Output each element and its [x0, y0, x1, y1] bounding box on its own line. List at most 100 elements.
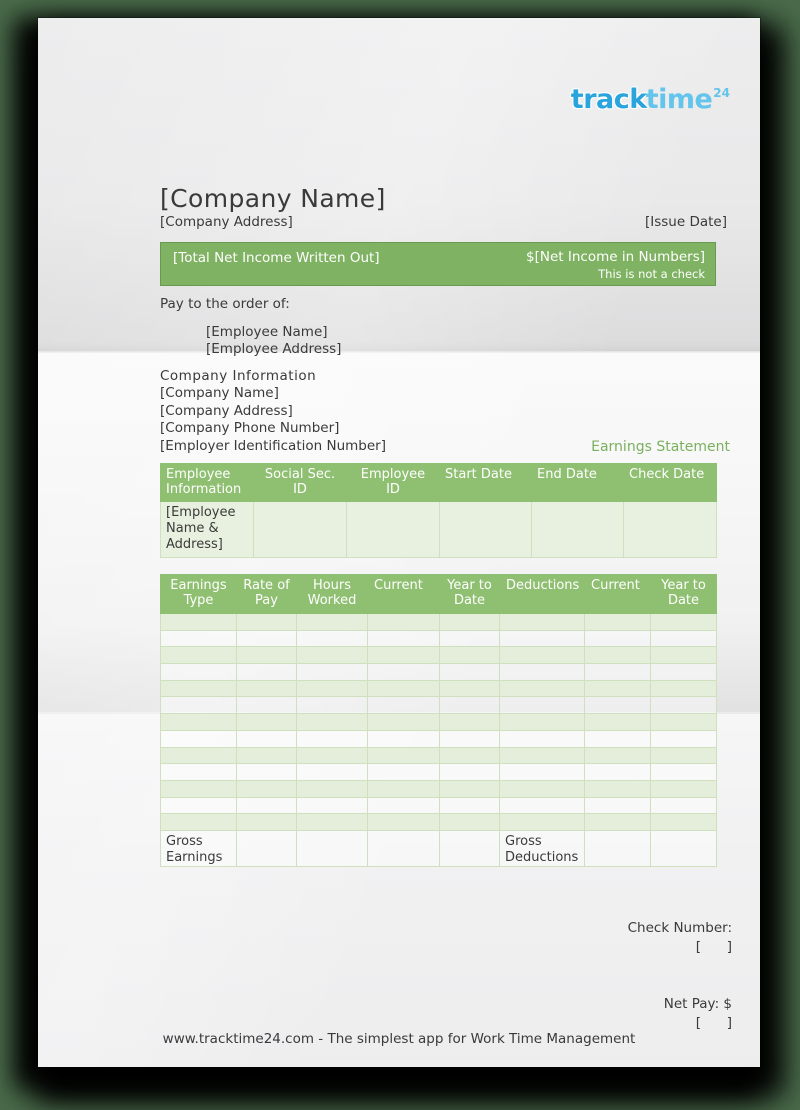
cell-earnings-empty[interactable]	[296, 779, 368, 798]
cell-earnings-empty[interactable]	[584, 779, 651, 798]
cell-earnings-empty[interactable]	[367, 713, 440, 731]
cell-earnings-empty[interactable]	[650, 629, 717, 648]
cell-earnings-empty[interactable]	[650, 796, 717, 815]
cell-earnings-empty[interactable]	[584, 746, 651, 765]
cell-earnings-empty[interactable]	[584, 646, 651, 665]
cell-start-date[interactable]	[439, 501, 532, 558]
cell-gross-current[interactable]	[367, 829, 440, 867]
cell-earnings-empty[interactable]	[650, 679, 717, 698]
cell-earnings-empty[interactable]	[584, 813, 651, 831]
cell-earnings-empty[interactable]	[439, 729, 500, 748]
cell-earnings-empty[interactable]	[650, 646, 717, 665]
cell-earnings-empty[interactable]	[650, 813, 717, 831]
cell-earnings-empty[interactable]	[296, 746, 368, 765]
cell-earnings-empty[interactable]	[367, 813, 440, 831]
cell-earnings-empty[interactable]	[584, 729, 651, 748]
cell-earnings-empty[interactable]	[236, 713, 297, 731]
cell-gross-ytd[interactable]	[439, 829, 500, 867]
cell-earnings-empty[interactable]	[584, 763, 651, 781]
cell-social-sec-id[interactable]	[253, 501, 347, 558]
cell-earnings-empty[interactable]	[236, 646, 297, 665]
cell-earnings-empty[interactable]	[584, 713, 651, 731]
cell-employee-name-address[interactable]: [Employee Name & Address]	[160, 501, 254, 558]
cell-gross-rate[interactable]	[236, 829, 297, 867]
cell-earnings-empty[interactable]	[650, 763, 717, 781]
cell-gross-deductions-current[interactable]	[584, 829, 651, 867]
cell-earnings-empty[interactable]	[650, 613, 717, 631]
cell-earnings-empty[interactable]	[584, 679, 651, 698]
cell-gross-deductions-ytd[interactable]	[650, 829, 717, 867]
cell-earnings-empty[interactable]	[236, 813, 297, 831]
cell-end-date[interactable]	[531, 501, 624, 558]
cell-earnings-empty[interactable]	[367, 796, 440, 815]
cell-earnings-empty[interactable]	[296, 663, 368, 681]
cell-earnings-empty[interactable]	[499, 696, 585, 715]
cell-earnings-empty[interactable]	[439, 713, 500, 731]
cell-earnings-empty[interactable]	[236, 629, 297, 648]
cell-earnings-empty[interactable]	[499, 763, 585, 781]
cell-earnings-empty[interactable]	[584, 629, 651, 648]
cell-earnings-empty[interactable]	[439, 663, 500, 681]
cell-earnings-empty[interactable]	[160, 729, 237, 748]
cell-earnings-empty[interactable]	[367, 696, 440, 715]
cell-earnings-empty[interactable]	[439, 679, 500, 698]
cell-employee-id[interactable]	[346, 501, 440, 558]
cell-earnings-empty[interactable]	[296, 646, 368, 665]
cell-earnings-empty[interactable]	[367, 629, 440, 648]
cell-earnings-empty[interactable]	[296, 813, 368, 831]
cell-earnings-empty[interactable]	[439, 796, 500, 815]
cell-earnings-empty[interactable]	[296, 613, 368, 631]
cell-earnings-empty[interactable]	[499, 646, 585, 665]
cell-earnings-empty[interactable]	[499, 746, 585, 765]
cell-earnings-empty[interactable]	[439, 813, 500, 831]
cell-earnings-empty[interactable]	[160, 629, 237, 648]
cell-earnings-empty[interactable]	[439, 779, 500, 798]
cell-earnings-empty[interactable]	[160, 696, 237, 715]
cell-earnings-empty[interactable]	[236, 613, 297, 631]
cell-earnings-empty[interactable]	[584, 796, 651, 815]
cell-earnings-empty[interactable]	[236, 763, 297, 781]
cell-earnings-empty[interactable]	[650, 779, 717, 798]
cell-earnings-empty[interactable]	[367, 763, 440, 781]
cell-earnings-empty[interactable]	[499, 729, 585, 748]
cell-earnings-empty[interactable]	[439, 646, 500, 665]
cell-earnings-empty[interactable]	[160, 763, 237, 781]
cell-earnings-empty[interactable]	[650, 713, 717, 731]
cell-earnings-empty[interactable]	[439, 763, 500, 781]
cell-gross-hours[interactable]	[296, 829, 368, 867]
cell-earnings-empty[interactable]	[160, 713, 237, 731]
cell-earnings-empty[interactable]	[584, 663, 651, 681]
cell-earnings-empty[interactable]	[367, 779, 440, 798]
cell-earnings-empty[interactable]	[499, 713, 585, 731]
cell-earnings-empty[interactable]	[499, 663, 585, 681]
cell-earnings-empty[interactable]	[236, 796, 297, 815]
cell-earnings-empty[interactable]	[584, 696, 651, 715]
cell-earnings-empty[interactable]	[160, 646, 237, 665]
cell-earnings-empty[interactable]	[499, 613, 585, 631]
cell-earnings-empty[interactable]	[236, 746, 297, 765]
cell-earnings-empty[interactable]	[367, 679, 440, 698]
cell-earnings-empty[interactable]	[499, 796, 585, 815]
cell-earnings-empty[interactable]	[439, 629, 500, 648]
cell-earnings-empty[interactable]	[650, 729, 717, 748]
cell-earnings-empty[interactable]	[160, 779, 237, 798]
cell-earnings-empty[interactable]	[296, 729, 368, 748]
cell-earnings-empty[interactable]	[439, 613, 500, 631]
cell-earnings-empty[interactable]	[236, 779, 297, 798]
cell-earnings-empty[interactable]	[367, 613, 440, 631]
cell-earnings-empty[interactable]	[499, 779, 585, 798]
cell-earnings-empty[interactable]	[160, 613, 237, 631]
cell-earnings-empty[interactable]	[296, 763, 368, 781]
cell-earnings-empty[interactable]	[296, 796, 368, 815]
cell-check-date[interactable]	[623, 501, 717, 558]
cell-earnings-empty[interactable]	[296, 713, 368, 731]
cell-earnings-empty[interactable]	[296, 679, 368, 698]
cell-earnings-empty[interactable]	[367, 746, 440, 765]
cell-earnings-empty[interactable]	[296, 696, 368, 715]
cell-earnings-empty[interactable]	[650, 663, 717, 681]
cell-earnings-empty[interactable]	[584, 613, 651, 631]
cell-earnings-empty[interactable]	[160, 796, 237, 815]
cell-earnings-empty[interactable]	[160, 663, 237, 681]
cell-earnings-empty[interactable]	[236, 729, 297, 748]
cell-earnings-empty[interactable]	[160, 679, 237, 698]
